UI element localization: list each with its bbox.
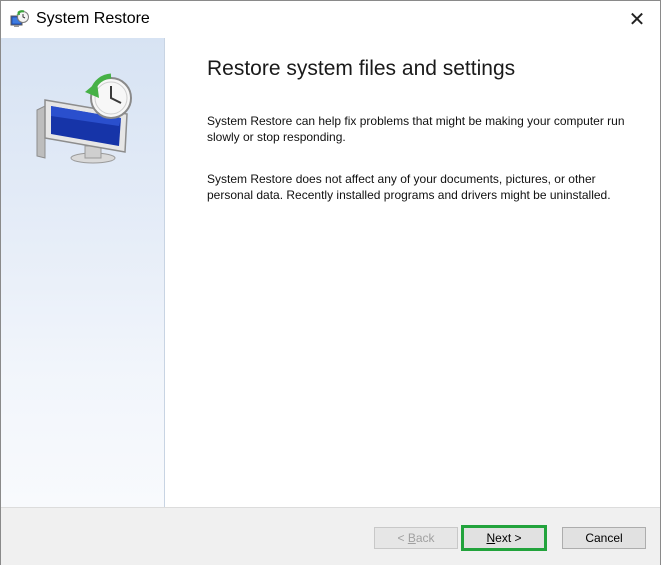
page-title: Restore system files and settings xyxy=(207,57,516,80)
system-restore-window: System Restore ✕ Restore system files an… xyxy=(0,0,661,565)
wizard-content: Restore system files and settings System… xyxy=(165,38,660,507)
next-button[interactable]: Next > xyxy=(461,525,547,551)
monitor-clock-restore-icon xyxy=(36,73,132,164)
back-button-label: < Back xyxy=(397,531,435,545)
back-button[interactable]: < Back xyxy=(374,527,458,549)
description-paragraph-2: System Restore does not affect any of yo… xyxy=(207,172,611,202)
system-restore-icon xyxy=(10,10,29,27)
cancel-button-label: Cancel xyxy=(585,531,623,545)
description-paragraph-1: System Restore can help fix problems tha… xyxy=(207,114,625,144)
title-bar[interactable]: System Restore ✕ xyxy=(1,1,660,38)
close-button[interactable]: ✕ xyxy=(614,1,660,38)
close-icon: ✕ xyxy=(628,9,646,31)
wizard-footer: < Back Next > Cancel xyxy=(1,507,660,565)
window-title: System Restore xyxy=(36,10,150,27)
cancel-button[interactable]: Cancel xyxy=(562,527,646,549)
wizard-sidebar xyxy=(1,38,165,507)
next-button-label: Next > xyxy=(486,531,522,545)
